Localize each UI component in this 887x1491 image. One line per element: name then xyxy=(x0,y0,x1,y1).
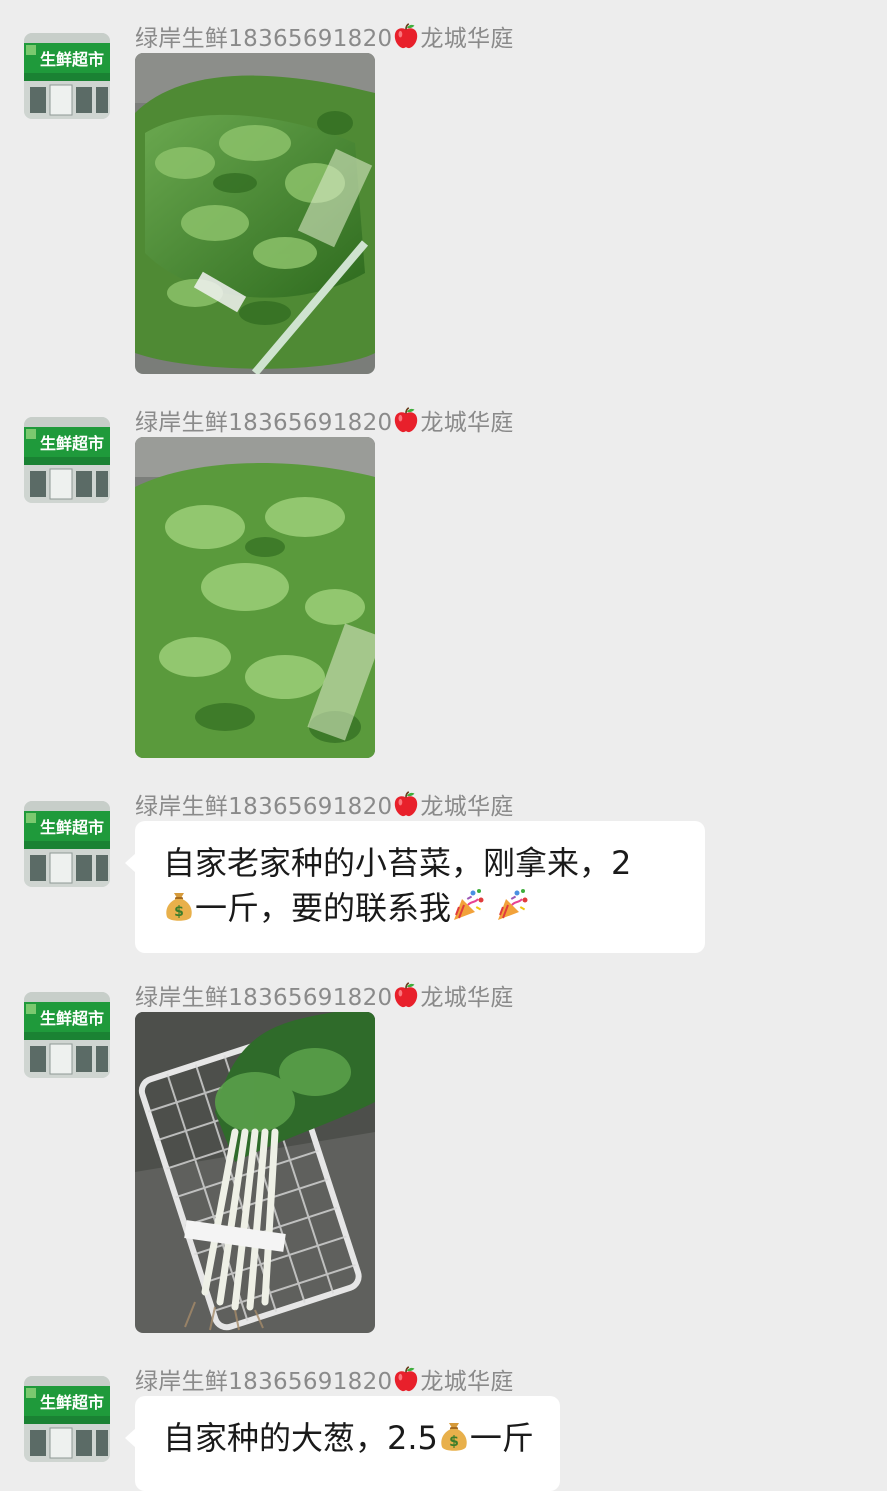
sender-avatar[interactable] xyxy=(24,992,110,1078)
leafy-greens-photo xyxy=(135,437,375,758)
sender-name: 绿岸生鲜18365691820 龙城华庭 xyxy=(135,978,514,1012)
sender-name-text: 绿岸生鲜18365691820 xyxy=(135,985,393,1011)
sender-location-text: 龙城华庭 xyxy=(420,985,514,1011)
sender-location-text: 龙城华庭 xyxy=(420,794,514,820)
apple-icon xyxy=(392,22,420,50)
image-message[interactable] xyxy=(135,53,375,374)
message-text-line: 一斤，要的联系我 xyxy=(163,886,679,931)
money-bag-icon xyxy=(163,887,195,923)
image-message[interactable] xyxy=(135,437,375,758)
sender-name: 绿岸生鲜18365691820 龙城华庭 xyxy=(135,403,514,437)
apple-icon xyxy=(392,790,420,818)
party-popper-icon xyxy=(451,887,487,923)
message-text: 自家种的大葱，2.5 xyxy=(163,1419,438,1457)
sender-name-text: 绿岸生鲜18365691820 xyxy=(135,794,393,820)
sender-name: 绿岸生鲜18365691820 龙城华庭 xyxy=(135,787,514,821)
sender-name: 绿岸生鲜18365691820 龙城华庭 xyxy=(135,1362,514,1396)
apple-icon xyxy=(392,1365,420,1393)
sender-name-text: 绿岸生鲜18365691820 xyxy=(135,1369,393,1395)
sender-location-text: 龙城华庭 xyxy=(420,410,514,436)
message-text-line: 自家老家种的小苔菜，刚拿来，2 xyxy=(163,844,632,882)
sender-avatar[interactable] xyxy=(24,33,110,119)
sender-avatar[interactable] xyxy=(24,801,110,887)
sender-name: 绿岸生鲜18365691820 龙城华庭 xyxy=(135,19,514,53)
message-text: 一斤，要的联系我 xyxy=(195,889,452,927)
sender-location-text: 龙城华庭 xyxy=(420,1369,514,1395)
apple-icon xyxy=(392,406,420,434)
apple-icon xyxy=(392,981,420,1009)
money-bag-icon xyxy=(438,1417,470,1453)
sender-avatar[interactable] xyxy=(24,1376,110,1462)
text-message-bubble[interactable]: 自家老家种的小苔菜，刚拿来，2 一斤，要的联系我 xyxy=(125,821,705,953)
sender-name-text: 绿岸生鲜18365691820 xyxy=(135,410,393,436)
party-popper-icon xyxy=(495,887,531,923)
text-message-bubble[interactable]: 自家种的大葱，2.5 一斤 xyxy=(125,1396,560,1491)
scallions-in-basket-photo xyxy=(135,1012,375,1333)
sender-avatar[interactable] xyxy=(24,417,110,503)
image-message[interactable] xyxy=(135,1012,375,1333)
message-text: 一斤 xyxy=(469,1419,534,1457)
leafy-greens-photo xyxy=(135,53,375,374)
sender-location-text: 龙城华庭 xyxy=(420,26,514,52)
sender-name-text: 绿岸生鲜18365691820 xyxy=(135,26,393,52)
